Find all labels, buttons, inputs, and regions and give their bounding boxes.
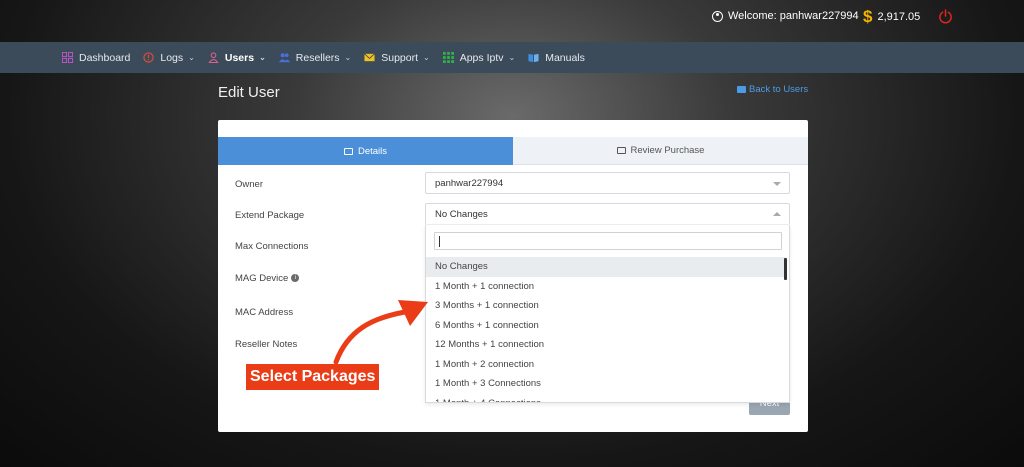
users-icon bbox=[208, 52, 219, 63]
top-bar: Welcome: panhwar227994 $ 2,917.05 bbox=[0, 0, 1024, 42]
chevron-down-icon: ⌄ bbox=[188, 53, 195, 62]
nav-label: Dashboard bbox=[79, 51, 131, 64]
support-icon bbox=[364, 53, 376, 62]
dropdown-option[interactable]: 12 Months + 1 connection bbox=[426, 335, 786, 355]
back-arrow-icon bbox=[737, 86, 746, 93]
text-cursor bbox=[439, 236, 440, 247]
tab-review-label: Review Purchase bbox=[630, 145, 705, 156]
tab-review-purchase[interactable]: Review Purchase bbox=[513, 137, 808, 165]
balance-amount: 2,917.05 bbox=[877, 10, 921, 23]
nav-apps-iptv[interactable]: Apps Iptv ⌄ bbox=[442, 51, 516, 64]
dropdown-options: No Changes 1 Month + 1 connection 3 Mont… bbox=[426, 257, 786, 403]
chevron-down-icon: ⌄ bbox=[259, 53, 266, 62]
nav-users[interactable]: Users ⌄ bbox=[208, 52, 266, 64]
dropdown-option[interactable]: 1 Month + 4 Connections bbox=[426, 394, 786, 403]
manuals-icon bbox=[528, 53, 539, 63]
dollar-icon: $ bbox=[863, 7, 873, 26]
id-card-icon bbox=[343, 147, 353, 155]
mag-device-text: MAG Device bbox=[235, 273, 289, 284]
nav-support[interactable]: Support ⌄ bbox=[364, 51, 430, 64]
chevron-down-icon bbox=[773, 182, 781, 186]
dropdown-option[interactable]: 6 Months + 1 connection bbox=[426, 316, 786, 336]
nav-dashboard[interactable]: Dashboard bbox=[62, 52, 130, 64]
chevron-up-icon bbox=[773, 212, 781, 216]
annotation-label: Select Packages bbox=[246, 364, 380, 390]
extend-package-value: No Changes bbox=[435, 209, 488, 220]
dropdown-option[interactable]: 1 Month + 1 connection bbox=[426, 277, 786, 297]
chevron-down-icon: ⌄ bbox=[508, 53, 516, 62]
nav-label: Manuals bbox=[545, 51, 585, 64]
wizard-tabs: Details Review Purchase bbox=[218, 137, 808, 165]
mac-address-label: MAC Address bbox=[235, 307, 294, 318]
welcome-text: Welcome: panhwar227994 bbox=[728, 10, 859, 22]
reseller-notes-label: Reseller Notes bbox=[235, 339, 298, 350]
logs-icon bbox=[143, 52, 155, 63]
extend-package-select[interactable]: No Changes bbox=[425, 203, 790, 225]
power-icon[interactable] bbox=[938, 9, 953, 24]
nav-label: Users bbox=[224, 51, 255, 64]
nav-label: Logs bbox=[160, 51, 184, 64]
dropdown-search-input[interactable] bbox=[434, 232, 782, 250]
extend-package-label: Extend Package bbox=[235, 210, 305, 221]
dropdown-scrollbar[interactable] bbox=[784, 258, 787, 280]
page-title: Edit User bbox=[218, 84, 280, 101]
info-icon[interactable]: i bbox=[291, 274, 300, 283]
dashboard-icon bbox=[62, 52, 73, 63]
resellers-icon bbox=[278, 53, 290, 63]
max-connections-label: Max Connections bbox=[235, 241, 309, 252]
owner-value: panhwar227994 bbox=[435, 178, 504, 189]
package-dropdown: No Changes 1 Month + 1 connection 3 Mont… bbox=[425, 225, 790, 403]
nav-label: Support bbox=[381, 51, 419, 64]
nav-label: Apps Iptv bbox=[459, 51, 504, 64]
welcome-area[interactable]: Welcome: panhwar227994 bbox=[712, 10, 859, 22]
apps-icon bbox=[442, 52, 454, 63]
tab-details[interactable]: Details bbox=[218, 137, 513, 165]
chevron-down-icon: ⌄ bbox=[423, 53, 430, 62]
dropdown-option[interactable]: No Changes bbox=[426, 257, 786, 277]
chevron-down-icon: ⌄ bbox=[344, 53, 352, 62]
main-navbar: Dashboard Logs ⌄ Users ⌄ Resellers ⌄ Sup… bbox=[0, 42, 1024, 73]
dropdown-option[interactable]: 1 Month + 2 connection bbox=[426, 355, 786, 375]
back-link-label: Back to Users bbox=[749, 84, 809, 95]
tab-details-label: Details bbox=[357, 145, 388, 157]
nav-manuals[interactable]: Manuals bbox=[528, 52, 585, 64]
mag-device-label: MAG Device i bbox=[235, 273, 300, 284]
receipt-icon bbox=[616, 147, 626, 154]
nav-resellers[interactable]: Resellers ⌄ bbox=[278, 51, 352, 64]
owner-select[interactable]: panhwar227994 bbox=[425, 172, 790, 194]
nav-label: Resellers bbox=[295, 51, 340, 64]
owner-label: Owner bbox=[235, 179, 263, 190]
dropdown-option[interactable]: 3 Months + 1 connection bbox=[426, 296, 786, 316]
dropdown-option[interactable]: 1 Month + 3 Connections bbox=[426, 374, 786, 394]
user-circle-icon bbox=[712, 10, 723, 22]
back-to-users-link[interactable]: Back to Users bbox=[737, 84, 808, 95]
balance-area: $ 2,917.05 bbox=[863, 8, 920, 25]
nav-logs[interactable]: Logs ⌄ bbox=[143, 51, 195, 64]
